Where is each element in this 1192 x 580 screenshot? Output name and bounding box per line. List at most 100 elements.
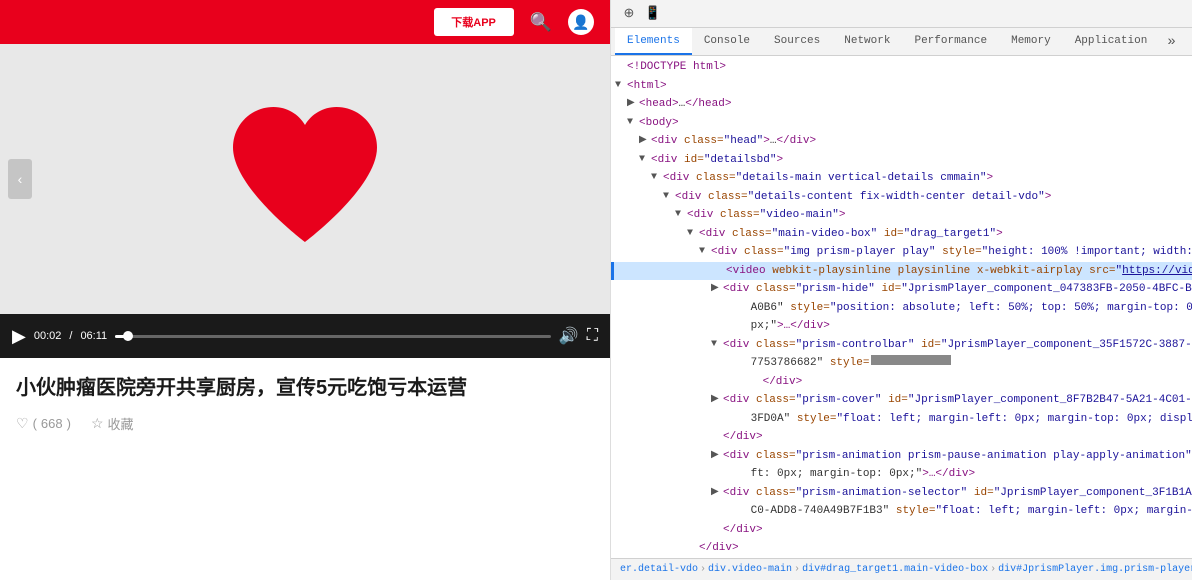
tab-console[interactable]: Console <box>692 28 762 55</box>
dom-line-prism-cover-2[interactable]: 3FD0A" style="float: left; margin-left: … <box>611 410 1192 429</box>
head-close: </head> <box>685 96 731 113</box>
dom-line-prism-selector-2[interactable]: C0-ADD8-740A49B7F1B3" style="float: left… <box>611 502 1192 521</box>
doctype-tag: <!DOCTYPE html> <box>627 59 726 76</box>
tab-performance[interactable]: Performance <box>902 28 999 55</box>
breadcrumb-item-2[interactable]: div#drag_target1.main-video-box <box>802 564 988 575</box>
devtools-toolbar: ⊕ 📱 <box>611 0 1192 28</box>
time-current: 00:02 <box>34 330 62 342</box>
dom-line-prism-animation-2[interactable]: ft: 0px; margin-top: 0px;">…</div> <box>611 465 1192 484</box>
devtools-more-tabs[interactable]: » <box>1159 28 1183 55</box>
triangle-details-content[interactable] <box>663 189 675 204</box>
search-icon[interactable]: 🔍 <box>530 12 552 33</box>
dom-line-img-prism[interactable]: <div class="img prism-player play" style… <box>611 243 1192 262</box>
dom-line-video-main[interactable]: <div class="video-main"> <box>611 206 1192 225</box>
progress-fill <box>115 335 128 338</box>
dom-line-body[interactable]: <body> <box>611 114 1192 133</box>
dom-line-prism-hide-3[interactable]: px;">…</div> <box>611 317 1192 336</box>
dom-line-div-close-1[interactable]: </div> <box>611 521 1192 540</box>
video-background: ‹ <box>0 44 610 314</box>
dom-line-details-content[interactable]: <div class="details-content fix-width-ce… <box>611 188 1192 207</box>
head-tag: <head> <box>639 96 679 113</box>
devtools-panel: ⊕ 📱 Elements Console Sources Network Per… <box>610 0 1192 580</box>
dom-line-prism-cover-close[interactable]: </div> <box>611 428 1192 447</box>
tab-badge-container: 1 <box>1188 28 1192 55</box>
likes-close: ) <box>67 416 71 431</box>
head-collapsed: … <box>679 96 686 113</box>
dom-line-details-main[interactable]: <div class="details-main vertical-detail… <box>611 169 1192 188</box>
style-bar <box>871 355 951 365</box>
triangle-prism-selector[interactable] <box>711 485 723 500</box>
favorites-label: 收藏 <box>108 414 134 433</box>
tab-application[interactable]: Application <box>1063 28 1160 55</box>
triangle-head[interactable] <box>627 96 639 111</box>
dom-line-html[interactable]: <html> <box>611 77 1192 96</box>
heart-icon: ♡ <box>16 415 29 432</box>
article-content: 小伙肿瘤医院旁开共享厨房，宣传5元吃饱亏本运营 ♡ ( 668 ) ☆ 收藏 <box>0 358 610 580</box>
video-container: ‹ <box>0 44 610 314</box>
triangle-img-prism[interactable] <box>699 244 711 259</box>
triangle-video-main[interactable] <box>675 207 687 222</box>
dom-line-prism-animation[interactable]: <div class="prism-animation prism-pause-… <box>611 447 1192 466</box>
triangle-prism-cover[interactable] <box>711 392 723 407</box>
dom-line-prism-hide-2[interactable]: A0B6" style="position: absolute; left: 5… <box>611 299 1192 318</box>
download-app-button[interactable]: 下载APP <box>434 8 514 36</box>
tab-sources[interactable]: Sources <box>762 28 832 55</box>
left-panel: 下载APP 🔍 👤 ‹ ▶ 00:02 / 06:11 🔊 ⛶ 小伙肿瘤医院旁 <box>0 0 610 580</box>
progress-bar[interactable] <box>115 335 551 338</box>
dom-line-doctype[interactable]: <!DOCTYPE html> <box>611 58 1192 77</box>
tag-open: <div <box>651 133 684 150</box>
progress-dot <box>123 331 133 341</box>
dom-line-controlbar[interactable]: <div class="prism-controlbar" id="Jprism… <box>611 336 1192 355</box>
triangle-prism-hide[interactable] <box>711 281 723 296</box>
dom-line-prism-cover[interactable]: <div class="prism-cover" id="JprismPlaye… <box>611 391 1192 410</box>
device-toolbar-button[interactable]: 📱 <box>643 4 663 24</box>
triangle-prism-animation[interactable] <box>711 448 723 463</box>
triangle-html[interactable] <box>615 78 627 93</box>
play-button[interactable]: ▶ <box>12 326 26 347</box>
dom-line-main-video-box[interactable]: <div class="main-video-box" id="drag_tar… <box>611 225 1192 244</box>
avatar-icon[interactable]: 👤 <box>568 9 594 35</box>
breadcrumb-item-3[interactable]: div#JprismPlayer.img.prism-player.play <box>998 564 1192 575</box>
tab-memory[interactable]: Memory <box>999 28 1063 55</box>
dom-line-prism-selector[interactable]: <div class="prism-animation-selector" id… <box>611 484 1192 503</box>
dom-line-prism-hide[interactable]: <div class="prism-hide" id="JprismPlayer… <box>611 280 1192 299</box>
breadcrumb-item-0[interactable]: er.detail-vdo <box>620 564 698 575</box>
dom-line-detailsbd[interactable]: <div id="detailsbd"> <box>611 151 1192 170</box>
video-controls: ▶ 00:02 / 06:11 🔊 ⛶ <box>0 314 610 358</box>
dom-line-head-div[interactable]: <div class="head">…</div> <box>611 132 1192 151</box>
article-meta: ♡ ( 668 ) ☆ 收藏 <box>16 414 594 433</box>
triangle-details-main[interactable] <box>651 170 663 185</box>
time-sep: / <box>69 330 72 342</box>
body-tag: <body> <box>639 115 679 132</box>
fullscreen-button[interactable]: ⛶ <box>587 327 598 345</box>
volume-button[interactable]: 🔊 <box>559 326 579 346</box>
favorites-item[interactable]: ☆ 收藏 <box>91 414 134 433</box>
likes-number: 668 <box>41 416 63 431</box>
triangle-body[interactable] <box>627 115 639 130</box>
nav-arrow-left[interactable]: ‹ <box>8 159 32 199</box>
dom-line-div-close-2[interactable]: </div> <box>611 539 1192 558</box>
dom-line-controlbar-close[interactable]: </div> <box>611 373 1192 392</box>
dom-line-video-element[interactable]: <video webkit-playsinline playsinline x-… <box>611 262 1192 281</box>
dom-line-head[interactable]: <head>…</head> <box>611 95 1192 114</box>
tab-elements[interactable]: Elements <box>615 28 692 55</box>
triangle-controlbar[interactable] <box>711 337 723 352</box>
attr-val-head: "head" <box>724 133 764 150</box>
time-total: 06:11 <box>80 330 107 342</box>
devtools-breadcrumb: er.detail-vdo › div.video-main › div#dra… <box>611 558 1192 580</box>
star-icon: ☆ <box>91 415 104 432</box>
triangle-head-div[interactable] <box>639 133 651 148</box>
likes-item[interactable]: ♡ ( 668 ) <box>16 415 71 432</box>
attr-class: class= <box>684 133 724 150</box>
article-title: 小伙肿瘤医院旁开共享厨房，宣传5元吃饱亏本运营 <box>16 374 594 402</box>
dom-line-controlbar-2[interactable]: 7753786682" style= <box>611 354 1192 373</box>
devtools-tabs: Elements Console Sources Network Perform… <box>611 28 1192 56</box>
triangle-main-video-box[interactable] <box>687 226 699 241</box>
tab-network[interactable]: Network <box>832 28 902 55</box>
breadcrumb-item-1[interactable]: div.video-main <box>708 564 792 575</box>
triangle-detailsbd[interactable] <box>639 152 651 167</box>
inspect-element-button[interactable]: ⊕ <box>619 4 639 24</box>
likes-count: ( <box>33 416 37 431</box>
html-tag: <html> <box>627 78 667 95</box>
devtools-dom-content[interactable]: <!DOCTYPE html> <html> <head>…</head> <b… <box>611 56 1192 558</box>
